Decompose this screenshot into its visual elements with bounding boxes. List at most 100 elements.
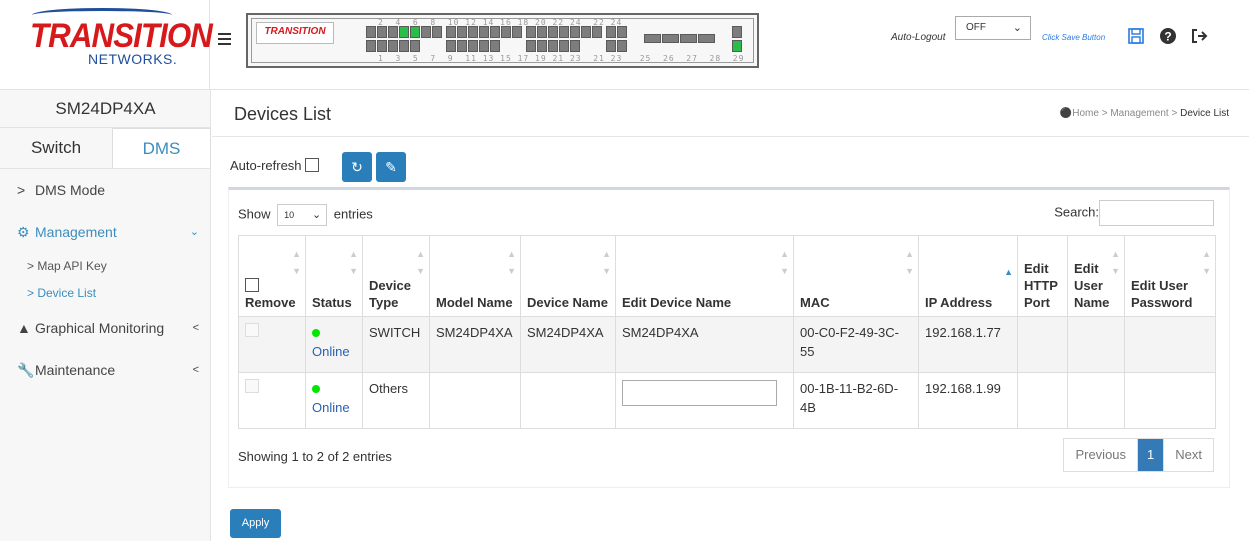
sidebar-item-management[interactable]: ⚙ Management ⌄ [0,211,211,253]
port[interactable] [662,34,679,43]
devices-table: Remove ▲ ▼ Status ▲ ▼ Device Type ▲ ▼ Model… [238,235,1216,429]
port[interactable] [548,26,558,38]
port[interactable] [490,39,500,52]
port[interactable] [570,39,580,52]
remove-checkbox[interactable] [245,323,259,337]
col-remove-label: Remove [245,295,296,310]
save-icon[interactable] [1127,27,1145,45]
port[interactable] [559,39,569,52]
sidebar-subitem-map-api-key[interactable]: > Map API Key [0,253,211,280]
port[interactable] [606,26,616,38]
sitemap-icon: ▲ [17,320,31,336]
port[interactable] [377,26,387,38]
cell-ip: 192.168.1.77 [918,316,1018,373]
cell-ip: 192.168.1.99 [918,372,1018,429]
port[interactable] [592,26,602,38]
device-name-input[interactable] [622,380,777,406]
port[interactable] [468,26,478,38]
port[interactable] [490,26,500,38]
entries-select[interactable]: 10 ⌄ [277,204,328,226]
col-remove[interactable]: Remove ▲ ▼ [238,235,306,317]
port[interactable] [399,26,409,38]
next-page-button[interactable]: Next [1163,439,1213,471]
port[interactable] [644,34,661,43]
col-device-type[interactable]: Device Type ▲ ▼ [362,235,430,317]
panel-logo: TRANSITION [256,22,334,44]
auto-logout-label: Auto-Logout [891,32,946,43]
logo-subtext: NETWORKS. [88,51,178,67]
table-info: Showing 1 to 2 of 2 entries [238,449,392,464]
sidebar-item-dms-mode[interactable]: > DMS Mode [0,169,211,211]
port[interactable] [559,26,569,38]
port[interactable] [537,26,547,38]
chevron-left-icon: < [192,364,199,376]
port[interactable] [512,26,522,38]
port[interactable] [432,26,442,38]
previous-page-button[interactable]: Previous [1064,439,1139,471]
apply-button[interactable]: Apply [230,509,281,538]
sidebar-item-graphical-monitoring[interactable]: ▲ Graphical Monitoring < [0,307,211,349]
port[interactable] [526,26,536,38]
col-status[interactable]: Status ▲ ▼ [305,235,363,317]
sidebar-item-maintenance[interactable]: 🔧Maintenance < [0,349,211,391]
col-mac[interactable]: MAC ▲ ▼ [793,235,919,317]
port[interactable] [526,39,536,52]
port[interactable] [446,39,456,52]
refresh-button[interactable]: ↻ [342,152,372,182]
breadcrumb-management[interactable]: Management [1110,108,1168,119]
port[interactable] [388,26,398,38]
breadcrumb-home[interactable]: Home [1072,108,1099,119]
auto-logout-select[interactable]: OFF ⌄ [955,16,1031,40]
page-1-button[interactable]: 1 [1138,439,1164,471]
port[interactable] [617,26,627,38]
status-dot [312,385,320,393]
col-edit-user-password[interactable]: Edit User Password ▲ ▼ [1124,235,1216,317]
logout-icon[interactable] [1190,27,1208,45]
port[interactable] [457,39,467,52]
cell-remove [238,372,306,429]
col-edit-device-name[interactable]: Edit Device Name ▲ ▼ [615,235,794,317]
port[interactable] [366,26,376,38]
menu-toggle-icon[interactable] [218,33,231,45]
port[interactable] [617,39,627,52]
port[interactable] [501,26,511,38]
port[interactable] [570,26,580,38]
port[interactable] [732,26,742,38]
tab-dms[interactable]: DMS [112,128,211,168]
help-icon[interactable]: ? [1159,27,1177,45]
col-edit-user-name[interactable]: Edit User Name ▲ ▼ [1067,235,1125,317]
sort-icon: ▲ ▼ [780,249,789,276]
port[interactable] [479,39,489,52]
port[interactable] [537,39,547,52]
search-input[interactable] [1099,200,1214,226]
port[interactable] [732,39,742,52]
port[interactable] [366,39,376,52]
col-ip-address[interactable]: IP Address ▲ [918,235,1018,317]
port[interactable] [548,39,558,52]
port[interactable] [410,26,420,38]
port-group-3 [526,26,603,52]
port[interactable] [388,39,398,52]
port[interactable] [457,26,467,38]
col-model-name[interactable]: Model Name ▲ ▼ [429,235,521,317]
port[interactable] [468,39,478,52]
port[interactable] [479,26,489,38]
port[interactable] [606,39,616,52]
port[interactable] [698,34,715,43]
tab-switch[interactable]: Switch [0,128,112,168]
port[interactable] [446,26,456,38]
port[interactable] [399,39,409,52]
sidebar-subitem-device-list[interactable]: > Device List [0,280,211,307]
chevron-right-icon: > [27,259,38,273]
port[interactable] [680,34,697,43]
port[interactable] [421,26,431,38]
select-all-checkbox[interactable] [245,278,259,292]
edit-button[interactable]: ✎ [376,152,406,182]
col-device-name[interactable]: Device Name ▲ ▼ [520,235,616,317]
port[interactable] [581,26,591,38]
auto-refresh-checkbox[interactable] [305,158,320,172]
remove-checkbox[interactable] [245,379,259,393]
col-edit-http-port[interactable]: Edit HTTP Port [1017,235,1068,317]
port[interactable] [377,39,387,52]
port[interactable] [410,39,420,52]
